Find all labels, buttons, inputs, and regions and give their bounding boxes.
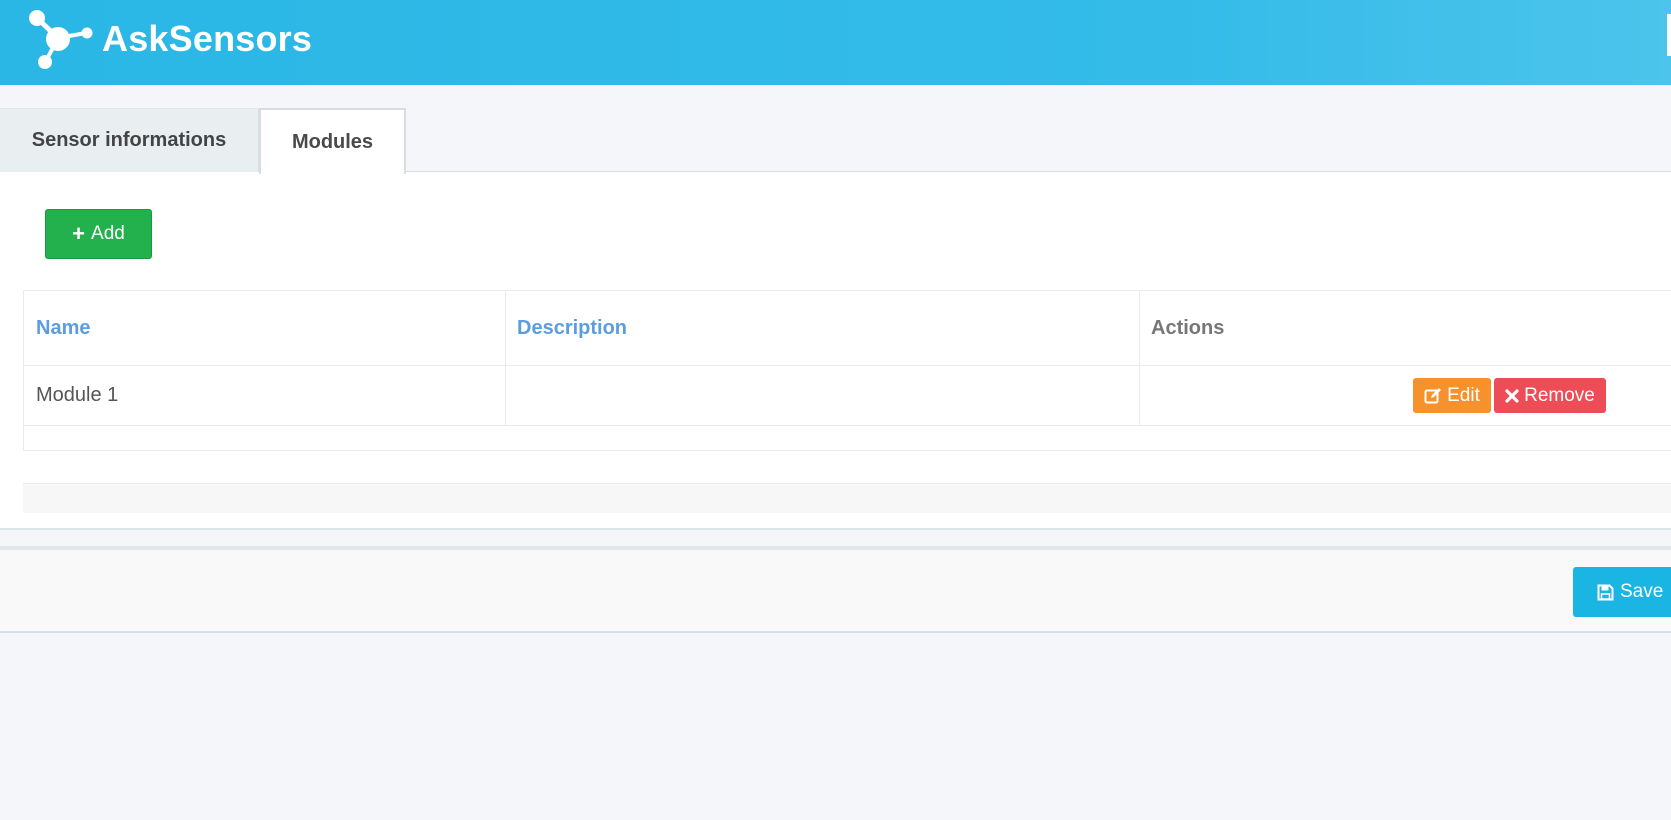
tab-sensor-informations[interactable]: Sensor informations bbox=[0, 108, 259, 172]
add-module-button[interactable]: + Add bbox=[45, 209, 152, 259]
add-button-label: Add bbox=[91, 223, 125, 244]
topbar-edge-marker bbox=[1667, 14, 1671, 56]
floppy-disk-icon bbox=[1597, 584, 1614, 600]
edit-icon bbox=[1424, 387, 1442, 403]
table-empty-row bbox=[24, 426, 1671, 451]
times-icon bbox=[1505, 388, 1519, 403]
table-row: Module 1 Edit Remove bbox=[24, 366, 1671, 426]
modules-panel: + Add Name Description Actions Module 1 … bbox=[0, 172, 1671, 530]
column-divider bbox=[1139, 366, 1140, 426]
table-footer bbox=[23, 483, 1671, 513]
module-description-cell bbox=[505, 366, 1139, 425]
column-divider bbox=[505, 291, 506, 366]
save-button[interactable]: Save bbox=[1573, 567, 1671, 617]
top-bar: AskSensors bbox=[0, 0, 1671, 85]
edit-module-button[interactable]: Edit bbox=[1413, 378, 1491, 413]
column-header-description[interactable]: Description bbox=[505, 291, 1139, 365]
tab-modules[interactable]: Modules bbox=[259, 108, 406, 174]
brand-title[interactable]: AskSensors bbox=[102, 18, 312, 60]
plus-icon: + bbox=[72, 221, 86, 246]
table-header-row: Name Description Actions bbox=[24, 291, 1671, 366]
molecule-network-icon bbox=[29, 10, 93, 69]
save-button-label: Save bbox=[1620, 581, 1664, 602]
column-divider bbox=[1139, 291, 1140, 366]
remove-button-label: Remove bbox=[1524, 384, 1595, 406]
column-header-actions: Actions bbox=[1151, 316, 1225, 339]
module-name-cell: Module 1 bbox=[36, 384, 119, 406]
form-footer: Save bbox=[0, 550, 1671, 633]
remove-module-button[interactable]: Remove bbox=[1494, 378, 1606, 413]
column-header-name[interactable]: Name bbox=[24, 291, 505, 365]
tab-bar: Sensor informations Modules bbox=[0, 108, 1671, 174]
column-divider bbox=[505, 366, 506, 426]
edit-button-label: Edit bbox=[1447, 384, 1480, 406]
modules-table: Name Description Actions Module 1 Edit R… bbox=[23, 290, 1671, 451]
